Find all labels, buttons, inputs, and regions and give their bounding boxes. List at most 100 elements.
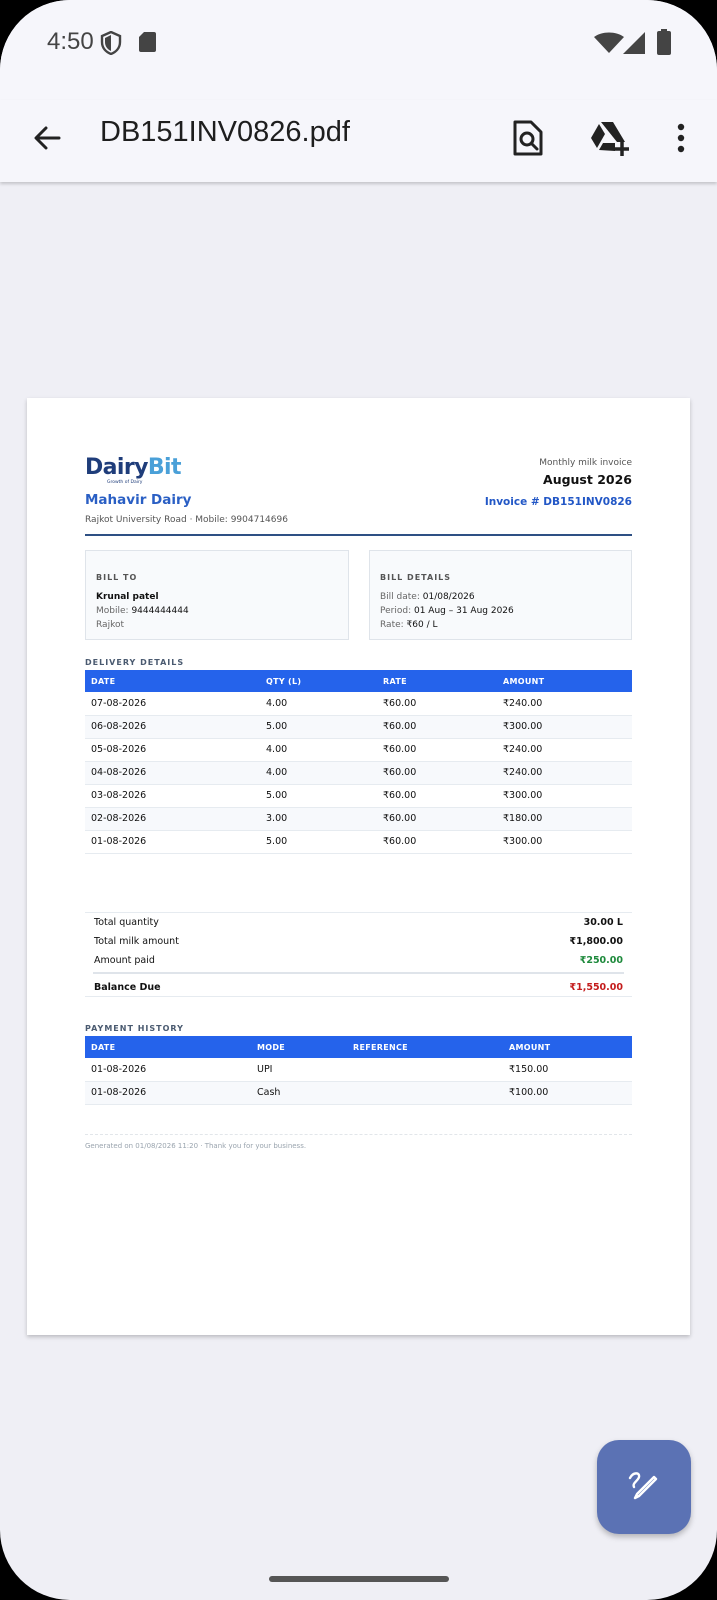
bill-to-heading: BILL TO — [96, 573, 138, 582]
column-header: AMOUNT — [503, 676, 545, 686]
table-row: 04-08-2026 4.00 ₹60.00 ₹240.00 — [85, 761, 632, 785]
column-header: DATE — [91, 1042, 116, 1052]
table-cell: 02-08-2026 — [85, 807, 260, 831]
app-bar: DB151INV0826.pdf — [0, 100, 717, 182]
table-cell: Cash — [251, 1081, 347, 1105]
invoice-type: Monthly milk invoice — [539, 458, 632, 468]
table-cell: 5.00 — [260, 715, 377, 739]
table-cell: ₹60.00 — [377, 738, 497, 762]
search-document-icon — [512, 120, 544, 160]
table-cell: ₹300.00 — [497, 830, 632, 854]
bill-date-label: Bill date: — [380, 592, 420, 602]
battery-icon — [657, 29, 671, 59]
table-cell: UPI — [251, 1058, 347, 1082]
table-cell: 04-08-2026 — [85, 761, 260, 785]
more-vert-icon — [677, 123, 685, 157]
table-cell: 06-08-2026 — [85, 715, 260, 739]
payment-history-heading: PAYMENT HISTORY — [85, 1024, 184, 1033]
total-quantity-label: Total quantity — [94, 917, 159, 928]
customer-name: Krunal patel — [96, 592, 159, 602]
mobile-label: Mobile: — [96, 606, 129, 616]
table-row: 07-08-2026 4.00 ₹60.00 ₹240.00 — [85, 692, 632, 716]
table-cell: 4.00 — [260, 692, 377, 716]
balance-due-label: Balance Due — [94, 982, 161, 993]
total-amount-label: Total milk amount — [94, 936, 179, 947]
bill-date: 01/08/2026 — [422, 592, 475, 602]
customer-mobile: 9444444444 — [131, 606, 189, 616]
table-cell: 4.00 — [260, 761, 377, 785]
logo-word-bit: Bit — [147, 455, 182, 480]
table-cell: 01-08-2026 — [85, 1081, 251, 1105]
table-cell: ₹60.00 — [377, 807, 497, 831]
table-cell: ₹300.00 — [497, 784, 632, 808]
totals-summary: Total quantity 30.00 L Total milk amount… — [85, 912, 632, 997]
company-address: Rajkot University Road · Mobile: 9904714… — [85, 515, 288, 525]
company-logo: DairyBit Growth of Dairy — [85, 455, 182, 486]
edit-fab-button[interactable] — [597, 1440, 691, 1534]
footer-divider — [85, 1134, 632, 1135]
total-amount-row: Total milk amount ₹1,800.00 — [85, 932, 632, 951]
save-to-drive-button[interactable] — [582, 113, 636, 167]
more-options-button[interactable] — [653, 113, 709, 167]
bill-to-box: BILL TO Krunal patel Mobile: 9444444444 … — [85, 550, 349, 640]
column-header: RATE — [383, 676, 407, 686]
bill-details-box: BILL DETAILS Bill date: 01/08/2026 Perio… — [369, 550, 632, 640]
table-cell: ₹300.00 — [497, 715, 632, 739]
table-cell — [347, 1058, 503, 1082]
table-cell: 4.00 — [260, 738, 377, 762]
total-quantity-row: Total quantity 30.00 L — [85, 913, 632, 932]
payment-table: DATE MODE REFERENCE AMOUNT 01-08-2026 UPI… — [85, 1036, 632, 1105]
pdf-page[interactable]: DairyBit Growth of Dairy Mahavir Dairy R… — [27, 398, 690, 1335]
table-cell: 05-08-2026 — [85, 738, 260, 762]
table-cell: 01-08-2026 — [85, 830, 260, 854]
table-cell: ₹60.00 — [377, 715, 497, 739]
back-button[interactable] — [20, 113, 74, 167]
table-row: 01-08-2026 UPI ₹150.00 — [85, 1058, 632, 1082]
table-cell: 3.00 — [260, 807, 377, 831]
company-name: Mahavir Dairy — [85, 492, 192, 508]
header-divider — [85, 534, 632, 536]
back-arrow-icon — [32, 123, 62, 157]
logo-tagline: Growth of Dairy — [107, 480, 143, 485]
table-cell: ₹240.00 — [497, 692, 632, 716]
document-title: DB151INV0826.pdf — [100, 116, 350, 148]
logo-word-dairy: Dairy — [85, 455, 148, 480]
status-bar: 4:50 — [0, 0, 717, 100]
edit-pen-icon — [627, 1468, 661, 1506]
bill-period: 01 Aug – 31 Aug 2026 — [413, 606, 514, 616]
column-header: QTY (L) — [266, 676, 302, 686]
table-cell: ₹240.00 — [497, 738, 632, 762]
delivery-table: DATE QTY (L) RATE AMOUNT 07-08-2026 4.00 ₹… — [85, 670, 632, 854]
table-cell — [347, 1081, 503, 1105]
find-in-document-button[interactable] — [501, 113, 555, 167]
table-cell: ₹240.00 — [497, 761, 632, 785]
total-amount-value: ₹1,800.00 — [569, 936, 624, 947]
table-row: 05-08-2026 4.00 ₹60.00 ₹240.00 — [85, 738, 632, 762]
table-cell: 01-08-2026 — [85, 1058, 251, 1082]
status-time: 4:50 — [47, 28, 94, 55]
table-row: 06-08-2026 5.00 ₹60.00 ₹300.00 — [85, 715, 632, 739]
table-cell: ₹60.00 — [377, 830, 497, 854]
bill-details-heading: BILL DETAILS — [380, 573, 452, 582]
rate-label: Rate: — [380, 620, 404, 630]
sd-card-icon — [138, 31, 156, 57]
column-header: MODE — [257, 1042, 286, 1052]
table-cell: 03-08-2026 — [85, 784, 260, 808]
footer-note: Generated on 01/08/2026 11:20 · Thank yo… — [85, 1142, 307, 1150]
phone-screen: 4:50 DB151INV0826.pdf DairyBit Growth of… — [0, 0, 717, 1600]
table-cell: 07-08-2026 — [85, 692, 260, 716]
balance-due-row: Balance Due ₹1,550.00 — [93, 972, 624, 996]
shield-icon — [100, 30, 122, 59]
balance-due-value: ₹1,550.00 — [569, 982, 624, 993]
table-row: 03-08-2026 5.00 ₹60.00 ₹300.00 — [85, 784, 632, 808]
table-cell: ₹180.00 — [497, 807, 632, 831]
invoice-month: August 2026 — [543, 472, 632, 487]
table-cell: ₹100.00 — [503, 1081, 632, 1105]
column-header: DATE — [91, 676, 116, 686]
home-indicator[interactable] — [269, 1576, 449, 1582]
signal-icon — [622, 32, 646, 58]
amount-paid-label: Amount paid — [94, 955, 155, 966]
table-cell: ₹150.00 — [503, 1058, 632, 1082]
table-cell: 5.00 — [260, 784, 377, 808]
column-header: AMOUNT — [509, 1042, 551, 1052]
